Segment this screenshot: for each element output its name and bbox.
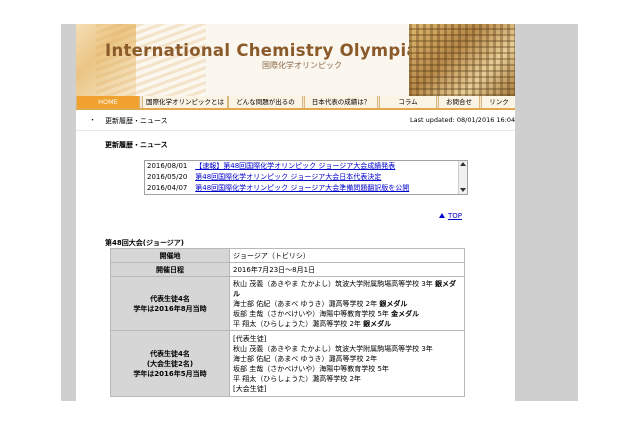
left-gutter — [61, 24, 76, 401]
site-subtitle: 国際化学オリンピック — [262, 61, 342, 70]
competition-title: 第48回大会(ジョージア) — [105, 239, 184, 247]
main-nav: HOME 国際化学オリンピックとは どんな問題が出るの 日本代表の成績は？ コラ… — [76, 96, 515, 110]
news-item: 2016/04/07 第48回国際化学オリンピック ジョージア大会準備問題翻訳版… — [147, 183, 409, 194]
nav-problems[interactable]: どんな問題が出るの — [228, 96, 303, 108]
news-date: 2016/05/20 — [147, 173, 188, 181]
representatives2-label-line2: (大会生徒2名) — [146, 359, 194, 368]
medal-label: 金メダル — [391, 309, 420, 318]
site-header: International Chemistry Olympiad 国際化学オリン… — [76, 24, 515, 96]
nav-column[interactable]: コラム — [379, 96, 437, 108]
header-decoration-pattern — [96, 24, 206, 96]
breadcrumb: ・ 更新履歴・ニュース Last updated: 08/01/2016 16:… — [76, 110, 515, 131]
representatives2-label: 代表生徒4名 (大会生徒2名) 学年は2016年5月当時 — [110, 330, 230, 397]
news-link[interactable]: 第48回国際化学オリンピック ジョージア大会日本代表決定 — [195, 173, 381, 181]
table-row: 開催日程 2016年7月23日～8月1日 — [110, 262, 465, 277]
news-link[interactable]: 第48回国際化学オリンピック ジョージア大会準備問題翻訳版を公開 — [195, 184, 409, 192]
list-item: 坂部 圭哉（さかべけいや）海陽中等教育学校 5年 — [233, 364, 389, 373]
representatives-value: 秋山 茂義（あきやま たかよし）筑波大学附属駒場高等学校 3年 銀メダル 海士部… — [229, 276, 465, 331]
news-item: 2016/08/01 【速報】第48回国際化学オリンピック ジョージア大会成績発… — [147, 161, 395, 172]
medal-label: 銀メダル — [379, 299, 408, 308]
table-row: 代表生徒4名 学年は2016年8月当時 秋山 茂義（あきやま たかよし）筑波大学… — [110, 276, 465, 331]
list-item: 平 翔太（ひらしょうた）灘高等学校 2年 銀メダル — [233, 319, 461, 329]
list-item: [代表生徒] — [233, 334, 267, 343]
list-item: [大会生徒] — [233, 384, 267, 393]
dates-value: 2016年7月23日～8月1日 — [229, 262, 465, 277]
list-item: 秋山 茂義（あきやま たかよし）筑波大学附属駒場高等学校 3年 — [233, 344, 433, 353]
table-row: 開催地 ジョージア（トビリシ） — [110, 248, 465, 263]
rep-text: 海士部 佑紀（あまべ ゆうき）灘高等学校 2年 — [233, 299, 380, 308]
nav-home[interactable]: HOME — [76, 96, 140, 108]
right-gutter — [515, 24, 578, 401]
list-item: 海士部 佑紀（あまべ ゆうき）灘高等学校 2年 銀メダル — [233, 299, 461, 309]
nav-contact[interactable]: お問合せ — [438, 96, 480, 108]
list-item: 秋山 茂義（あきやま たかよし）筑波大学附属駒場高等学校 3年 銀メダル — [233, 279, 461, 299]
representatives-label-line2: 学年は2016年8月当時 — [133, 304, 207, 313]
scroll-down-icon[interactable] — [460, 188, 466, 192]
news-scroll-box[interactable]: 2016/08/01 【速報】第48回国際化学オリンピック ジョージア大会成績発… — [144, 160, 468, 195]
representatives-label-line1: 代表生徒4名 — [150, 294, 190, 303]
up-triangle-icon — [439, 213, 445, 218]
list-item: 海士部 佑紀（あまべ ゆうき）灘高等学校 2年 — [233, 354, 378, 363]
rep-text: 秋山 茂義（あきやま たかよし）筑波大学附属駒場高等学校 3年 — [233, 279, 436, 288]
venue-label: 開催地 — [110, 248, 230, 263]
table-row: 代表生徒4名 (大会生徒2名) 学年は2016年5月当時 [代表生徒] 秋山 茂… — [110, 330, 465, 397]
site-title[interactable]: International Chemistry Olympiad — [105, 41, 430, 60]
nav-results[interactable]: 日本代表の成績は？ — [304, 96, 378, 108]
news-item: 2016/05/20 第48回国際化学オリンピック ジョージア大会日本代表決定 — [147, 172, 381, 183]
breadcrumb-bullet: ・ — [89, 116, 96, 124]
representatives2-value: [代表生徒] 秋山 茂義（あきやま たかよし）筑波大学附属駒場高等学校 3年 海… — [229, 330, 465, 397]
news-date: 2016/04/07 — [147, 184, 188, 192]
venue-value: ジョージア（トビリシ） — [229, 248, 465, 263]
news-link[interactable]: 【速報】第48回国際化学オリンピック ジョージア大会成績発表 — [195, 162, 395, 170]
dates-label: 開催日程 — [110, 262, 230, 277]
last-updated: Last updated: 08/01/2016 16:04:10 — [410, 116, 515, 124]
representatives2-label-line1: 代表生徒4名 — [150, 349, 190, 358]
competition-table: 開催地 ジョージア（トビリシ） 開催日程 2016年7月23日～8月1日 代表生… — [110, 248, 465, 397]
representatives2-label-line3: 学年は2016年5月当時 — [133, 369, 207, 378]
news-heading: 更新履歴・ニュース — [105, 141, 168, 149]
scroll-up-icon[interactable] — [460, 162, 466, 166]
list-item: 坂部 圭哉（さかべけいや）海陽中等教育学校 5年 金メダル — [233, 309, 461, 319]
medal-label: 銀メダル — [363, 319, 392, 328]
nav-links[interactable]: リンク — [481, 96, 515, 108]
news-date: 2016/08/01 — [147, 162, 188, 170]
representatives-label: 代表生徒4名 学年は2016年8月当時 — [110, 276, 230, 331]
nav-about[interactable]: 国際化学オリンピックとは — [142, 96, 228, 108]
rep-text: 平 翔太（ひらしょうた）灘高等学校 2年 — [233, 319, 364, 328]
news-scrollbar[interactable] — [458, 161, 467, 194]
back-to-top-link[interactable]: TOP — [439, 212, 462, 220]
rep-text: 坂部 圭哉（さかべけいや）海陽中等教育学校 5年 — [233, 309, 392, 318]
page: International Chemistry Olympiad 国際化学オリン… — [76, 24, 515, 401]
breadcrumb-current: 更新履歴・ニュース — [105, 117, 168, 125]
top-link-label: TOP — [448, 212, 463, 220]
list-item: 平 翔太（ひらしょうた）灘高等学校 2年 — [233, 374, 361, 383]
photo-mosaic-image — [409, 24, 515, 96]
